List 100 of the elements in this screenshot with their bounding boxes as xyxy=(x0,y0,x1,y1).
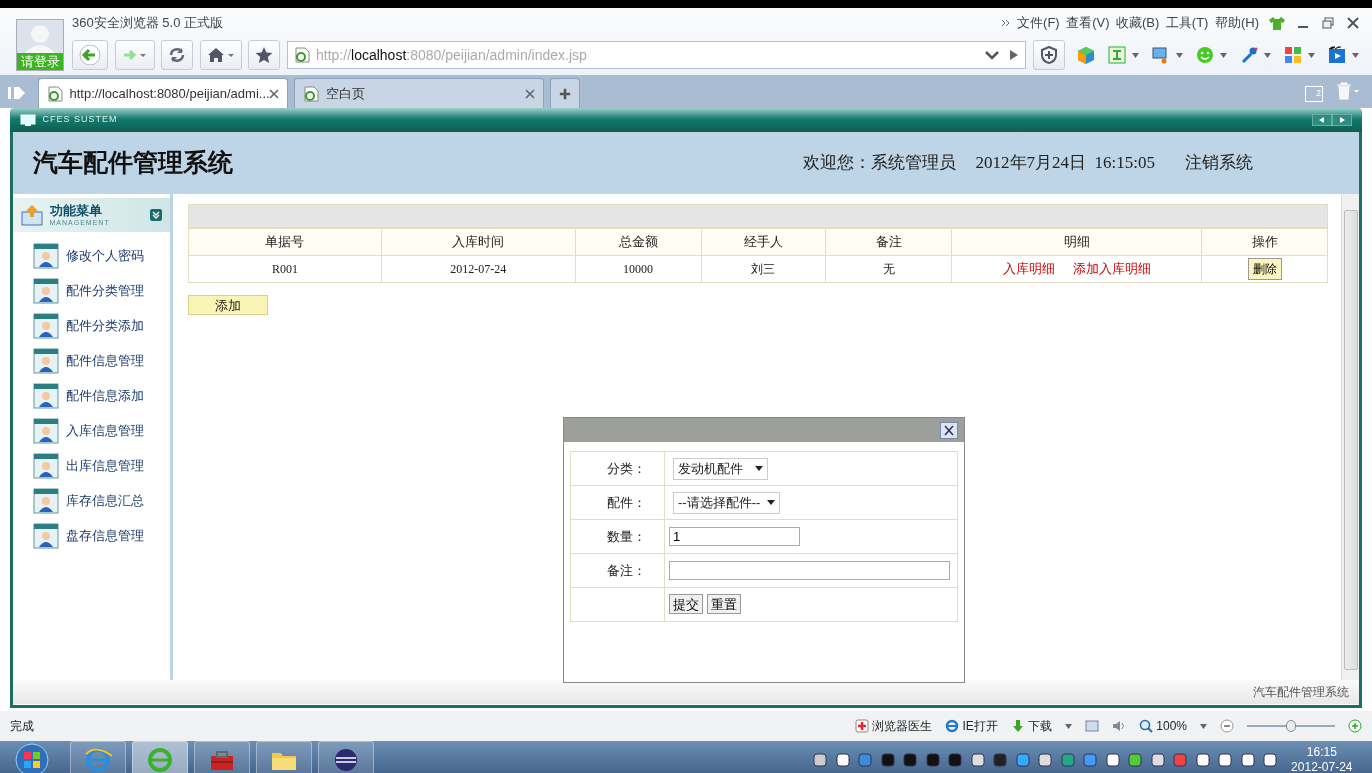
dropdown-caret-icon[interactable] xyxy=(1352,52,1359,58)
maximize-icon[interactable] xyxy=(1322,17,1334,29)
cube-icon[interactable] xyxy=(1077,46,1095,64)
tray-icon[interactable] xyxy=(1127,752,1144,768)
tray-icon[interactable] xyxy=(1149,752,1166,768)
dropdown-field[interactable]: 发动机配件 xyxy=(673,457,768,480)
form-button[interactable]: 提交 xyxy=(669,594,703,615)
collapse-icon[interactable] xyxy=(150,209,162,221)
zoom-slider[interactable] xyxy=(1247,720,1335,732)
status-button[interactable]: 浏览器医生 xyxy=(854,717,933,735)
tray-icon[interactable] xyxy=(1217,752,1234,768)
table-cell: 10000 xyxy=(575,255,701,283)
text-field[interactable] xyxy=(669,561,950,580)
taskbar-app[interactable] xyxy=(318,741,374,773)
menu-item[interactable]: 配件信息管理 xyxy=(13,343,170,378)
start-button[interactable] xyxy=(14,742,50,773)
menu-item[interactable]: 盘存信息管理 xyxy=(13,518,170,553)
menu-item[interactable]: 修改个人密码 xyxy=(13,238,170,273)
next-icon[interactable] xyxy=(1332,114,1352,126)
tray-icon[interactable] xyxy=(812,752,829,768)
screenshot-icon[interactable] xyxy=(1151,46,1170,64)
browser-tab[interactable]: 空白页 xyxy=(294,78,544,108)
tray-icon[interactable] xyxy=(834,752,851,768)
dropdown-field[interactable]: --请选择配件-- xyxy=(673,491,780,514)
page-icon xyxy=(47,85,63,102)
text-field[interactable]: 1 xyxy=(669,527,800,546)
dropdown-icon[interactable] xyxy=(985,50,999,60)
browser-e-icon xyxy=(84,746,112,773)
bookmark-button[interactable] xyxy=(248,40,280,70)
dropdown-caret-icon[interactable] xyxy=(1176,52,1183,58)
close-icon[interactable] xyxy=(1347,17,1359,29)
back-button[interactable] xyxy=(72,40,108,70)
logout-link[interactable]: 注销系统 xyxy=(1185,150,1253,176)
zoom-in-icon[interactable] xyxy=(1348,719,1362,733)
dropdown-caret-icon xyxy=(766,500,775,505)
user-card-icon xyxy=(33,312,59,339)
shield-plus-icon xyxy=(1039,46,1058,64)
dropdown-caret-icon[interactable] xyxy=(1132,52,1139,58)
field-label: 配件： xyxy=(570,485,665,520)
status-text: 完成 xyxy=(10,718,35,735)
dropdown-caret-icon[interactable] xyxy=(1308,52,1315,58)
menu-item[interactable]: 库存信息汇总 xyxy=(13,483,170,518)
taskbar-app[interactable] xyxy=(194,741,250,773)
dropdown-caret-icon[interactable] xyxy=(1264,52,1271,58)
clock-time: 16:15 xyxy=(1305,745,1338,760)
detail-link[interactable]: 添加入库明细 xyxy=(1072,261,1151,277)
dropdown-caret-icon[interactable] xyxy=(1065,723,1073,729)
translate-icon[interactable] xyxy=(1107,46,1126,64)
refresh-button[interactable] xyxy=(161,40,193,70)
tray-icon[interactable] xyxy=(1239,752,1256,768)
tab-label: http://localhost:8080/peijian/admi... xyxy=(69,84,270,103)
detail-link[interactable]: 入库明细 xyxy=(1002,261,1055,277)
new-tab-button[interactable] xyxy=(550,78,580,108)
dropdown-caret-icon[interactable] xyxy=(1220,52,1227,58)
menu-item[interactable]: 配件信息添加 xyxy=(13,378,170,413)
zoom-button[interactable]: 100% xyxy=(1139,717,1187,735)
tray-icon[interactable] xyxy=(1262,752,1279,768)
status-button[interactable]: 下载 xyxy=(1010,717,1053,735)
menu-title: 功能菜单 xyxy=(49,203,103,218)
menu-item[interactable]: 配件分类管理 xyxy=(13,273,170,308)
browser-tab[interactable]: http://localhost:8080/peijian/admi... xyxy=(38,78,288,108)
close-icon[interactable] xyxy=(940,421,958,439)
video-icon[interactable] xyxy=(1327,46,1346,64)
go-icon[interactable] xyxy=(1009,49,1019,61)
menu-item[interactable]: 查看(V) xyxy=(1066,13,1110,33)
wrench-icon[interactable] xyxy=(1239,46,1258,64)
menu-item[interactable]: 工具(T) xyxy=(1165,13,1209,33)
tray-icon[interactable] xyxy=(1104,752,1121,768)
home-button[interactable] xyxy=(199,40,242,70)
previous-icon[interactable] xyxy=(1312,114,1332,126)
pager-controls[interactable] xyxy=(1312,114,1352,126)
sidebar-toggle-icon[interactable] xyxy=(8,86,26,100)
status-button[interactable]: IE打开 xyxy=(945,717,998,735)
field-label: 分类： xyxy=(570,451,665,486)
form-button[interactable]: 重置 xyxy=(707,594,741,615)
apps-grid-icon[interactable] xyxy=(1283,46,1302,64)
tray-icon[interactable] xyxy=(1037,752,1054,768)
add-button[interactable]: 添加 xyxy=(188,295,268,315)
tray-icon[interactable] xyxy=(1014,752,1031,768)
close-icon[interactable] xyxy=(269,88,279,99)
user-card-icon xyxy=(33,522,59,549)
more-chevron-icon[interactable] xyxy=(1000,18,1011,28)
shield-button[interactable] xyxy=(1032,40,1065,70)
tray-icon[interactable] xyxy=(969,752,986,768)
menu-item[interactable]: 文件(F) xyxy=(1017,13,1060,33)
menu-item[interactable]: 入库信息管理 xyxy=(13,413,170,448)
menu-item[interactable]: 出库信息管理 xyxy=(13,448,170,483)
slider-thumb[interactable] xyxy=(1286,720,1296,732)
delete-button[interactable]: 删除 xyxy=(1247,258,1282,280)
scrollbar[interactable] xyxy=(1341,194,1359,680)
tray-icon[interactable] xyxy=(1194,752,1211,768)
speaker-icon[interactable] xyxy=(1112,720,1127,732)
tshirt-icon[interactable] xyxy=(1269,16,1285,30)
dropdown-caret-icon[interactable] xyxy=(1200,723,1207,729)
address-field[interactable]: http://localhost:8080/peijian/admin/index.jsp xyxy=(286,41,1026,69)
menu-item[interactable]: 收藏(B) xyxy=(1116,13,1160,33)
menu-item[interactable]: 帮助(H) xyxy=(1214,13,1259,33)
menu-item[interactable]: 配件分类添加 xyxy=(13,308,170,343)
zoom-out-icon[interactable] xyxy=(1220,719,1234,733)
dropdown-caret-icon xyxy=(754,466,763,471)
